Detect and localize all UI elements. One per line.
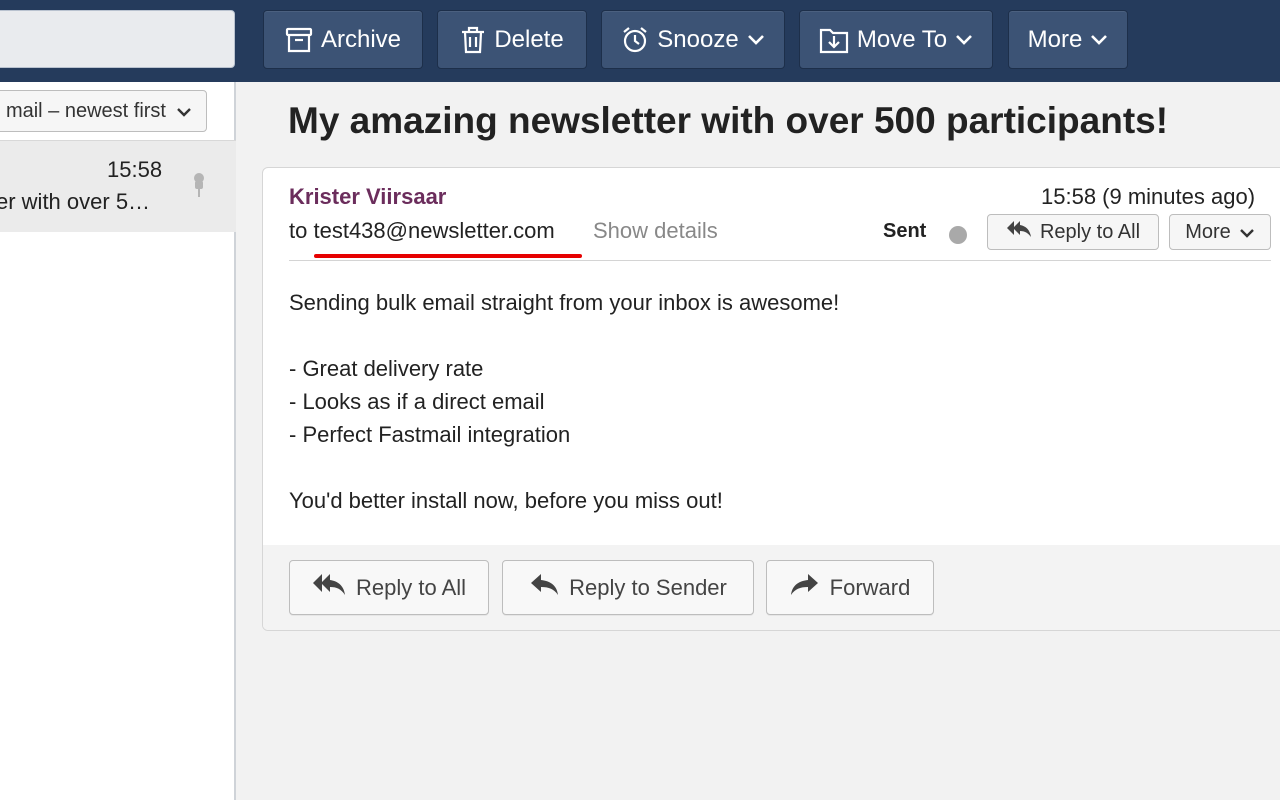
message-card: Krister Viirsaar 15:58 (9 minutes ago) t… — [262, 167, 1280, 631]
trash-icon — [460, 26, 486, 54]
delete-label: Delete — [494, 25, 564, 53]
status-label: Sent — [883, 220, 927, 242]
annotation-underline — [314, 254, 582, 258]
message-list-pane: mail – newest first 15:58 er with over 5… — [0, 82, 236, 800]
message-body: Sending bulk email straight from your in… — [289, 286, 839, 517]
reply-all-icon — [1006, 219, 1032, 245]
message-time: 15:58 (9 minutes ago) — [1041, 184, 1256, 209]
top-toolbar: Archive Delete Snooze Move To More — [0, 0, 1280, 82]
body-line: - Perfect Fastmail integration — [289, 422, 571, 447]
chevron-down-icon — [1090, 34, 1108, 46]
to-prefix: to — [289, 218, 308, 243]
message-actions-bar: Reply to All Reply to Sender Forward — [263, 545, 1280, 630]
forward-label: Forward — [829, 574, 911, 600]
reply-icon — [529, 572, 559, 604]
recipient-address[interactable]: test438@newsletter.com — [313, 218, 554, 243]
search-input[interactable] — [0, 10, 235, 68]
chevron-down-icon — [955, 34, 973, 46]
list-item-time: 15:58 — [107, 157, 163, 182]
chevron-down-icon — [747, 34, 765, 46]
reply-sender-button[interactable]: Reply to Sender — [502, 560, 754, 615]
body-line: - Looks as if a direct email — [289, 389, 545, 414]
pin-icon[interactable] — [190, 171, 208, 204]
show-details-link[interactable]: Show details — [593, 218, 718, 244]
move-to-folder-icon — [819, 26, 849, 54]
sender-name[interactable]: Krister Viirsaar — [289, 184, 446, 210]
reply-all-button[interactable]: Reply to All — [289, 560, 489, 615]
status-dot — [949, 226, 967, 244]
reply-sender-label: Reply to Sender — [569, 574, 727, 600]
more-button[interactable]: More — [1008, 10, 1128, 69]
sort-label: mail – newest first — [5, 99, 166, 122]
body-line: Sending bulk email straight from your in… — [289, 290, 840, 315]
header-more-button[interactable]: More — [1169, 214, 1271, 250]
snooze-label: Snooze — [657, 25, 739, 53]
alarm-clock-icon — [621, 26, 649, 54]
delete-button[interactable]: Delete — [437, 10, 587, 69]
chevron-down-icon — [1239, 221, 1255, 244]
move-to-button[interactable]: Move To — [799, 10, 993, 69]
list-item-snippet: er with over 5… — [0, 189, 151, 214]
body-line: You'd better install now, before you mis… — [289, 488, 723, 513]
list-item[interactable]: 15:58 er with over 5… — [0, 141, 236, 232]
header-more-label: More — [1185, 220, 1231, 243]
snooze-button[interactable]: Snooze — [601, 10, 785, 69]
body-line — [289, 451, 839, 484]
forward-icon — [790, 572, 820, 604]
body-line — [289, 319, 839, 352]
archive-button[interactable]: Archive — [263, 10, 423, 69]
recipient-line: to test438@newsletter.com — [289, 218, 555, 244]
header-reply-all-label: Reply to All — [1039, 220, 1141, 243]
more-label: More — [1027, 25, 1083, 53]
archive-label: Archive — [320, 25, 402, 53]
body-line: - Great delivery rate — [289, 356, 484, 381]
archive-icon — [285, 26, 313, 54]
header-divider — [289, 260, 1271, 261]
message-subject: My amazing newsletter with over 500 part… — [288, 100, 1169, 141]
header-reply-all-button[interactable]: Reply to All — [987, 214, 1159, 250]
chevron-down-icon — [176, 100, 192, 123]
reply-all-label: Reply to All — [355, 574, 467, 600]
reply-all-icon — [312, 572, 346, 604]
move-to-label: Move To — [856, 25, 948, 53]
sort-dropdown[interactable]: mail – newest first — [0, 90, 207, 132]
forward-button[interactable]: Forward — [766, 560, 934, 615]
